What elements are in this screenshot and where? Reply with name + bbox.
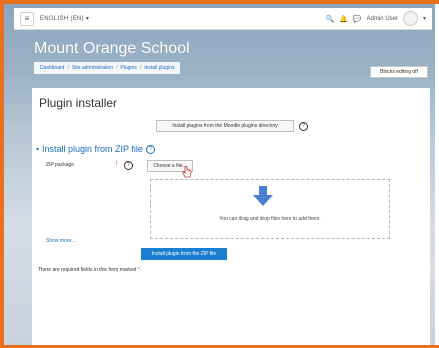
site-title: Mount Orange School — [34, 40, 190, 57]
chevron-down-icon[interactable]: ▾ — [36, 146, 39, 153]
breadcrumb-item-install-plugins[interactable]: Install plugins — [144, 65, 174, 71]
help-icon[interactable]: ? — [299, 122, 308, 131]
breadcrumb: Dashboard / Site administration / Plugin… — [34, 62, 181, 74]
chevron-down-icon[interactable]: ▾ — [423, 15, 426, 22]
top-navbar: ≡ ENGLISH (EN) ▾ 🔍 🔔 💬 Admin User ▾ — [14, 8, 432, 30]
breadcrumb-item-dashboard[interactable]: Dashboard — [40, 65, 64, 71]
help-icon[interactable]: ? — [124, 161, 133, 170]
zip-package-label: ZIP package — [46, 162, 74, 168]
file-dropzone[interactable]: You can drag and drop files here to add … — [150, 179, 390, 239]
section-title[interactable]: Install plugin from ZIP file — [42, 144, 143, 154]
blocks-editing-button[interactable]: Blocks editing off — [370, 66, 428, 78]
install-from-directory-button[interactable]: Install plugins from the Moodle plugins … — [156, 120, 294, 132]
main-content-card: Plugin installer Install plugins from th… — [32, 88, 430, 345]
required-star: *. — [137, 267, 142, 273]
breadcrumb-separator: / — [116, 65, 118, 71]
avatar[interactable] — [402, 11, 418, 26]
breadcrumb-separator: / — [67, 65, 69, 71]
download-arrow-icon — [253, 186, 273, 206]
required-note-text: There are required fields in this form m… — [38, 267, 137, 273]
user-name[interactable]: Admin User — [367, 16, 398, 22]
help-icon[interactable]: ? — [145, 144, 155, 154]
zip-section-header[interactable]: ▾ Install plugin from ZIP file ? — [36, 144, 155, 154]
install-zip-button[interactable]: Install plugin from the ZIP file — [141, 248, 227, 260]
page-title: Plugin installer — [39, 96, 118, 110]
navbar-user-area: 🔍 🔔 💬 Admin User ▾ — [325, 11, 432, 26]
required-fields-note: There are required fields in this form m… — [38, 267, 141, 273]
messages-icon[interactable]: 💬 — [353, 15, 362, 23]
language-selector[interactable]: ENGLISH (EN) ▾ — [40, 15, 89, 22]
search-icon[interactable]: 🔍 — [325, 15, 334, 23]
breadcrumb-separator: / — [139, 65, 142, 71]
breadcrumb-item-site-administration[interactable]: Site administration — [72, 65, 113, 71]
show-more-link[interactable]: Show more... — [46, 238, 75, 244]
menu-icon[interactable]: ≡ — [20, 11, 34, 26]
hand-cursor-icon — [182, 166, 192, 178]
notification-bell-icon[interactable]: 🔔 — [339, 15, 348, 23]
required-icon: ! — [116, 161, 118, 167]
breadcrumb-item-plugins[interactable]: Plugins — [120, 65, 136, 71]
dropzone-text: You can drag and drop files here to add … — [219, 216, 321, 222]
